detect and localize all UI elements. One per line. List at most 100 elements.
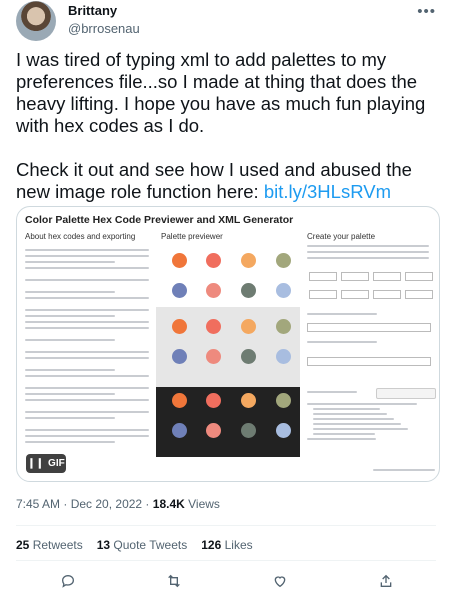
code-line (313, 433, 375, 435)
xml-code-block (307, 399, 435, 447)
quotes-label: Quote Tweets (110, 538, 188, 552)
media-col3-heading: Create your palette (307, 232, 376, 241)
media-title: Color Palette Hex Code Previewer and XML… (25, 214, 294, 226)
tweet-paragraph-2: Check it out and see how I used and abus… (16, 159, 436, 203)
color-field-input (405, 272, 433, 281)
code-line (313, 413, 387, 415)
views-count: 18.4K (152, 497, 185, 511)
palette-dot (276, 423, 291, 438)
code-line (313, 408, 380, 410)
palette-name-input (307, 323, 431, 332)
palette-dot (276, 349, 291, 364)
text-placeholder-line (25, 267, 149, 269)
text-placeholder-line (25, 387, 149, 389)
code-line (307, 403, 417, 405)
user-handle[interactable]: @brrosenau (68, 21, 140, 36)
tweet-stats: 25 Retweets 13 Quote Tweets 126 Likes (16, 538, 253, 552)
media-col1-heading: About hex codes and exporting (25, 232, 136, 241)
tweet-link[interactable]: bit.ly/3HLsRVm (264, 181, 391, 202)
palette-dot (172, 423, 187, 438)
color-field-input (309, 272, 337, 281)
palette-dot (206, 253, 221, 268)
text-placeholder-line (25, 327, 149, 329)
text-placeholder-line (307, 257, 429, 259)
text-placeholder-line (307, 391, 357, 393)
text-placeholder-line (25, 435, 149, 437)
retweets-label: Retweets (29, 538, 83, 552)
views-label: Views (184, 497, 220, 511)
retweet-icon[interactable] (164, 571, 184, 591)
quotes-stat[interactable]: 13 Quote Tweets (97, 538, 188, 552)
share-icon[interactable] (376, 571, 396, 591)
media-gif[interactable]: Color Palette Hex Code Previewer and XML… (16, 206, 440, 482)
palette-dot (276, 319, 291, 334)
retweets-stat[interactable]: 25 Retweets (16, 538, 83, 552)
text-placeholder-line (25, 411, 149, 413)
meta-separator: · (60, 497, 71, 511)
palette-dot (206, 283, 221, 298)
palette-dot (172, 349, 187, 364)
text-placeholder-line (25, 291, 115, 293)
retweets-count: 25 (16, 538, 30, 552)
palette-dot (172, 319, 187, 334)
color-field-input (373, 290, 401, 299)
text-placeholder-line (307, 341, 377, 343)
likes-label: Likes (221, 538, 253, 552)
text-placeholder-line (307, 251, 429, 253)
tweet-meta: 7:45 AM · Dec 20, 2022 · 18.4K Views (16, 497, 220, 511)
palette-dot (241, 393, 256, 408)
palette-dot (206, 349, 221, 364)
heart-icon[interactable] (270, 571, 290, 591)
text-placeholder-line (25, 393, 115, 395)
pause-icon: ❙❙ (27, 458, 45, 469)
gif-label: GIF (48, 458, 65, 469)
meta-separator-2: · (142, 497, 153, 511)
more-options-icon[interactable]: ••• (417, 3, 436, 20)
code-line (313, 428, 408, 430)
palette-dot (241, 349, 256, 364)
text-placeholder-line (25, 357, 149, 359)
palette-dot (206, 319, 221, 334)
avatar[interactable] (16, 1, 56, 41)
palette-dot (172, 393, 187, 408)
palette-dot (276, 283, 291, 298)
text-placeholder-line (25, 309, 149, 311)
code-line (313, 418, 394, 420)
text-placeholder-line (25, 249, 149, 251)
color-field-input (373, 272, 401, 281)
divider (16, 525, 436, 526)
palette-dot (172, 253, 187, 268)
color-field-input (309, 290, 337, 299)
tweet-actions (16, 571, 436, 591)
palette-dot (276, 253, 291, 268)
text-placeholder-line (25, 417, 115, 419)
copy-to-export-button (376, 388, 436, 399)
user-name[interactable]: Brittany (68, 3, 117, 18)
likes-count: 126 (201, 538, 222, 552)
text-placeholder-line (25, 429, 149, 431)
palette-type-select (307, 357, 431, 366)
media-col2-heading: Palette previewer (161, 232, 223, 241)
text-placeholder-line (25, 399, 149, 401)
tweet-time[interactable]: 7:45 AM (16, 497, 60, 511)
palette-dot (206, 423, 221, 438)
quotes-count: 13 (96, 538, 111, 552)
divider (16, 560, 436, 561)
text-placeholder-line (25, 351, 149, 353)
text-placeholder-line (25, 261, 115, 263)
likes-stat[interactable]: 126 Likes (201, 538, 252, 552)
tweet-paragraph-1: I was tired of typing xml to add palette… (16, 49, 426, 136)
gif-badge[interactable]: ❙❙ GIF (26, 454, 66, 473)
palette-dot (241, 319, 256, 334)
tweet-date[interactable]: Dec 20, 2022 (71, 497, 142, 511)
color-field-input (341, 272, 369, 281)
reply-icon[interactable] (58, 571, 78, 591)
text-placeholder-line (25, 321, 149, 323)
palette-dot (241, 423, 256, 438)
text-placeholder-line (307, 245, 429, 247)
text-placeholder-line (25, 339, 115, 341)
palette-dot (241, 283, 256, 298)
palette-dot (241, 253, 256, 268)
text-placeholder-line (25, 279, 149, 281)
palette-dot (206, 393, 221, 408)
